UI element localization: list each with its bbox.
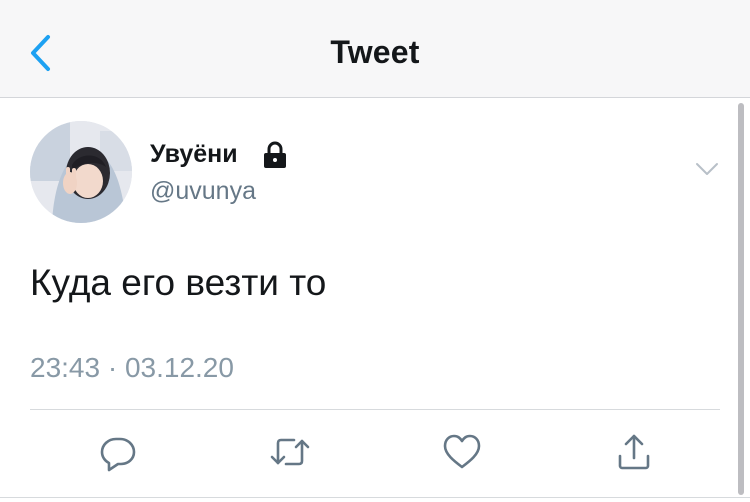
display-name[interactable]: Увуёни — [150, 140, 238, 169]
user-handle[interactable]: @uvunya — [150, 177, 256, 206]
reply-icon — [96, 437, 140, 478]
chevron-down-icon[interactable] — [694, 160, 720, 178]
heart-icon — [440, 434, 484, 478]
retweet-icon — [268, 438, 312, 478]
lock-icon — [260, 141, 290, 169]
share-icon — [612, 434, 656, 478]
like-button[interactable] — [440, 430, 484, 474]
page-title: Tweet — [330, 34, 420, 70]
reply-button[interactable] — [96, 430, 140, 474]
tweet-text: Куда его везти то — [30, 262, 327, 303]
divider — [30, 409, 720, 410]
share-button[interactable] — [612, 430, 656, 474]
bottom-divider — [0, 497, 750, 498]
retweet-button[interactable] — [268, 430, 312, 474]
scrollbar[interactable] — [738, 103, 744, 495]
navigation-bar: Tweet — [0, 0, 750, 98]
avatar[interactable] — [30, 121, 132, 223]
tweet-timestamp: 23:43 · 03.12.20 — [30, 352, 234, 383]
